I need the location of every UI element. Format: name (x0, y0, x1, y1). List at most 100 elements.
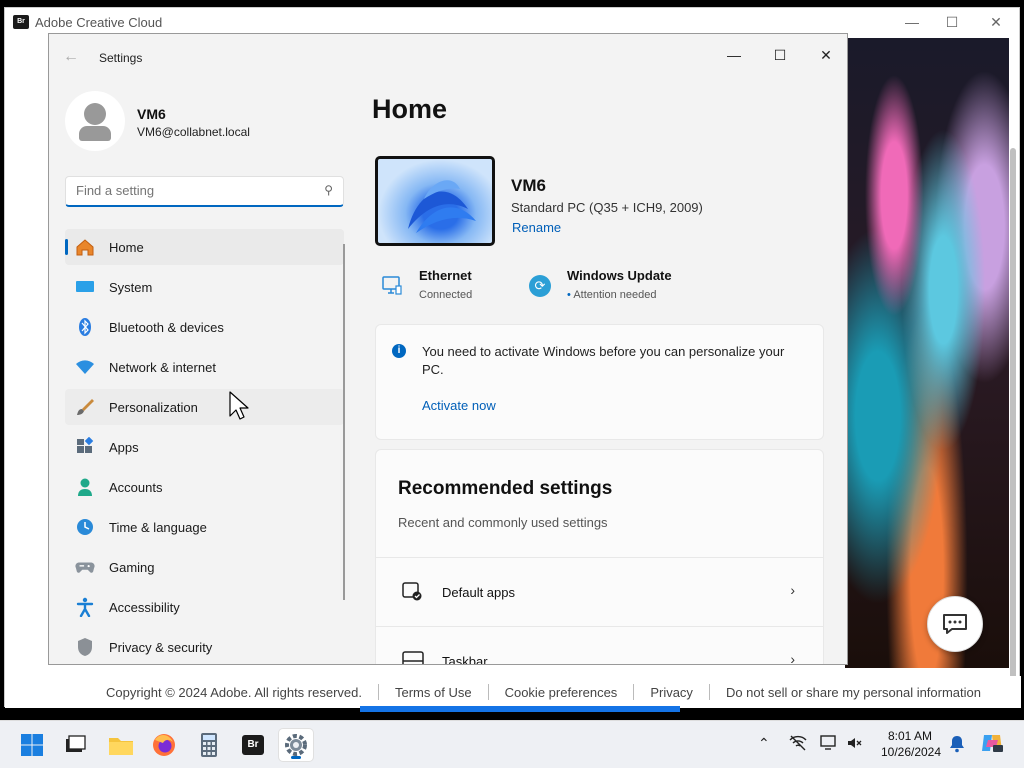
sidebar-item-bluetooth[interactable]: Bluetooth & devices (65, 309, 344, 345)
adobe-close-button[interactable]: ✕ (973, 12, 1019, 32)
close-button[interactable]: ✕ (803, 40, 847, 70)
recommended-item-default-apps[interactable]: Default apps › (376, 557, 823, 625)
rename-link[interactable]: Rename (512, 220, 561, 235)
footer-link-terms[interactable]: Terms of Use (395, 685, 472, 700)
user-email: VM6@collabnet.local (137, 125, 250, 139)
recommended-item-label: Taskbar (442, 654, 488, 665)
sidebar-item-label: Privacy & security (109, 639, 213, 655)
recommended-subtitle: Recent and commonly used settings (398, 515, 608, 530)
taskbar-settings[interactable] (279, 729, 313, 761)
windows-bloom-icon (408, 180, 476, 233)
sidebar-item-label: Apps (109, 439, 139, 455)
sidebar-scrollbar[interactable] (343, 244, 345, 600)
recommended-item-taskbar[interactable]: Taskbar › (376, 626, 823, 665)
windows-update-status: • Attention needed (567, 289, 657, 301)
back-arrow-icon[interactable]: ← (63, 48, 79, 66)
settings-window: ← Settings — ☐ ✕ VM6 VM6@collabnet.local… (48, 33, 848, 665)
sidebar-item-personalization[interactable]: Personalization (65, 389, 344, 425)
device-wallpaper-thumbnail[interactable] (375, 156, 495, 246)
adobe-artwork-image (845, 38, 1009, 668)
sidebar-item-privacy[interactable]: Privacy & security (65, 629, 344, 664)
footer-copyright: Copyright © 2024 Adobe. All rights reser… (105, 684, 362, 700)
sidebar-nav: Home System Bluetooth & devices Network … (65, 229, 344, 664)
taskbar-calculator[interactable] (192, 729, 226, 761)
settings-gear-icon (285, 734, 307, 756)
chevron-right-icon: › (790, 651, 795, 665)
start-button[interactable] (15, 729, 49, 761)
display-icon[interactable] (820, 735, 838, 754)
adobe-window-title: Adobe Creative Cloud (35, 15, 163, 30)
sidebar-item-label: Home (109, 239, 144, 255)
bridge-icon: Br (242, 735, 264, 755)
sidebar-item-accessibility[interactable]: Accessibility (65, 589, 344, 625)
sidebar-item-label: Gaming (109, 559, 155, 575)
sidebar-item-label: Bluetooth & devices (109, 319, 224, 335)
adobe-scrollbar[interactable] (1010, 148, 1016, 688)
system-icon (75, 277, 95, 297)
avatar-body (79, 126, 111, 141)
windows-update-label[interactable]: Windows Update (567, 268, 672, 283)
taskbar-firefox[interactable] (147, 729, 181, 761)
windows-update-icon: ⟳ (529, 275, 551, 297)
avatar[interactable] (65, 91, 125, 151)
attention-dot-icon: • (567, 289, 571, 301)
calculator-icon (201, 733, 217, 757)
sidebar-item-time-language[interactable]: Time & language (65, 509, 344, 545)
avatar-head (84, 103, 106, 125)
firefox-icon (153, 734, 175, 756)
taskbar-adobe-bridge[interactable]: Br (236, 729, 270, 761)
windows-start-icon (21, 734, 43, 756)
sidebar-item-gaming[interactable]: Gaming (65, 549, 344, 585)
sidebar-item-network[interactable]: Network & internet (65, 349, 344, 385)
footer-link-do-not-sell[interactable]: Do not sell or share my personal informa… (726, 685, 981, 700)
activation-message: You need to activate Windows before you … (422, 344, 785, 377)
info-icon: i (392, 344, 406, 358)
network-status-icon[interactable] (789, 735, 807, 754)
ethernet-label[interactable]: Ethernet (419, 268, 472, 283)
home-icon (75, 237, 95, 257)
recommended-item-label: Default apps (442, 585, 515, 600)
apps-icon (75, 437, 95, 457)
sidebar-item-label: Network & internet (109, 359, 216, 375)
sidebar-item-accounts[interactable]: Accounts (65, 469, 344, 505)
activation-card: i You need to activate Windows before yo… (375, 324, 824, 440)
search-box[interactable]: ⚲ (65, 176, 344, 207)
device-spec: Standard PC (Q35 + ICH9, 2009) (511, 200, 703, 215)
chat-button[interactable] (927, 596, 983, 652)
settings-window-title: Settings (99, 51, 143, 65)
mouse-cursor-icon (229, 391, 249, 426)
minimize-button[interactable]: — (711, 40, 757, 70)
adobe-footer: Copyright © 2024 Adobe. All rights reser… (5, 676, 1021, 708)
adobe-titlebar: Br Adobe Creative Cloud — ☐ ✕ (5, 8, 1019, 36)
notification-bell-icon[interactable] (949, 735, 965, 756)
adobe-maximize-button[interactable]: ☐ (929, 12, 975, 32)
activate-now-link[interactable]: Activate now (422, 398, 496, 413)
clock-date[interactable]: 10/26/2024 (876, 745, 946, 759)
recommended-title: Recommended settings (398, 478, 613, 499)
copilot-icon[interactable] (980, 731, 1004, 758)
search-icon: ⚲ (324, 183, 333, 197)
taskbar-folder[interactable] (104, 729, 138, 761)
bluetooth-icon (75, 317, 95, 337)
windows-update-status-text: Attention needed (573, 289, 657, 301)
sidebar-item-label: Personalization (109, 399, 198, 415)
maximize-button[interactable]: ☐ (757, 40, 803, 70)
active-indicator (65, 239, 68, 255)
volume-muted-icon[interactable] (846, 735, 862, 754)
sidebar-item-apps[interactable]: Apps (65, 429, 344, 465)
sidebar-item-home[interactable]: Home (65, 229, 344, 265)
taskbar-file-explorer[interactable] (58, 729, 92, 761)
clock-time[interactable]: 8:01 AM (880, 729, 940, 743)
taskbar-icon (402, 650, 424, 664)
footer-link-privacy[interactable]: Privacy (650, 685, 693, 700)
footer-link-cookies[interactable]: Cookie preferences (505, 685, 618, 700)
chat-icon (943, 614, 967, 634)
sidebar-item-label: Time & language (109, 519, 207, 535)
shield-icon (75, 637, 95, 657)
tray-chevron-up-icon[interactable]: ⌃ (758, 735, 770, 752)
sidebar-item-label: System (109, 279, 153, 295)
user-name: VM6 (137, 106, 166, 122)
search-input[interactable] (76, 183, 306, 198)
chevron-right-icon: › (790, 582, 795, 598)
sidebar-item-system[interactable]: System (65, 269, 344, 305)
